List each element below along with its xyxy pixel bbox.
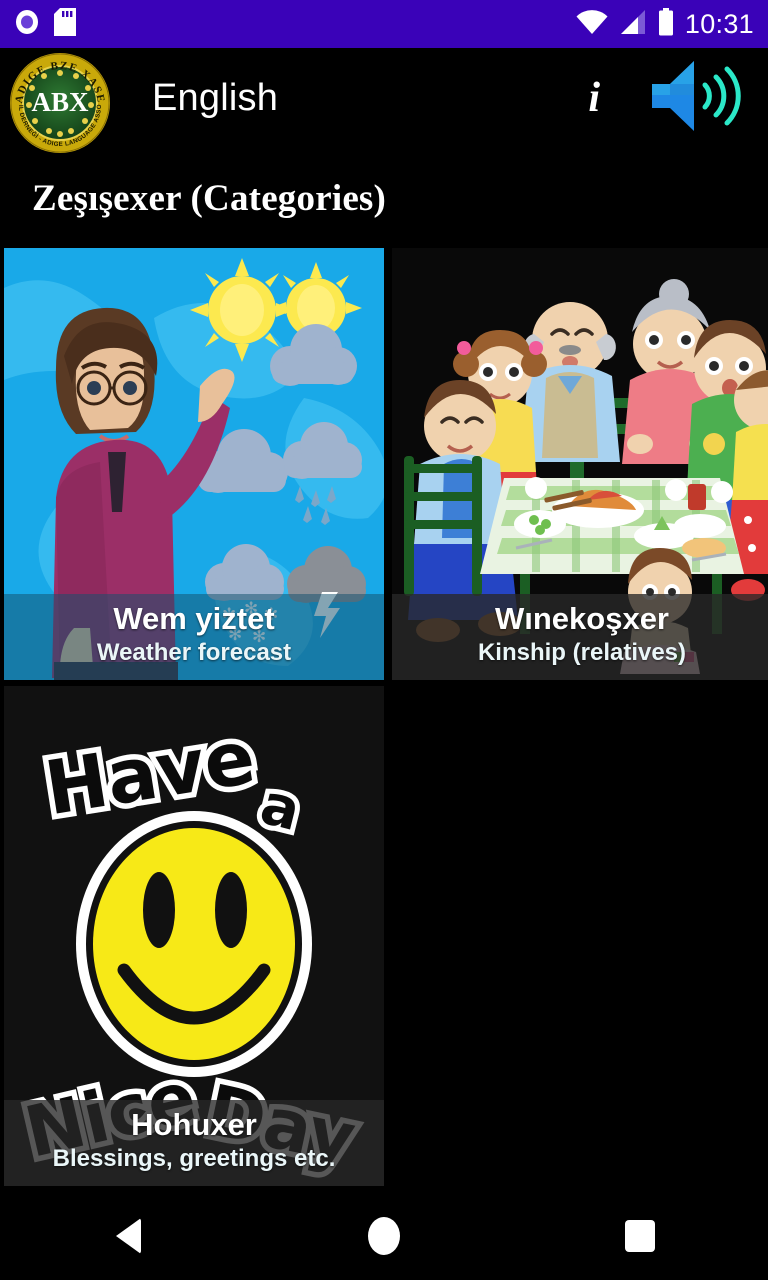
status-bar: 10:31	[0, 0, 768, 48]
category-title: Wınekoşxer	[494, 600, 669, 636]
navigation-bar	[0, 1192, 768, 1280]
category-title: Wem yiztet	[113, 600, 275, 636]
status-bar-clock: 10:31	[684, 8, 754, 39]
category-grid: ✻✻✻ ✻✻	[0, 248, 768, 1192]
cellular-signal-icon	[619, 9, 647, 40]
category-subtitle: Weather forecast	[96, 639, 292, 666]
category-card-caption: Hohuxer Blessings, greetings etc.	[4, 1099, 384, 1186]
app-bar-title: English	[152, 76, 279, 119]
back-triangle-icon	[115, 1218, 141, 1254]
abx-logo-icon[interactable]: ADIGE BZE XASE ADIGE DIL DERNEĞİ - ADIGE…	[5, 46, 112, 153]
page-title: Zeşışexer (Categories)	[32, 177, 387, 219]
category-subtitle: Kinship (relatives)	[477, 639, 687, 666]
nav-home-button[interactable]	[324, 1206, 444, 1266]
category-subtitle: Blessings, greetings etc.	[52, 1145, 336, 1172]
app-bar-actions: i	[582, 58, 746, 139]
category-card-kinship[interactable]: Wınekoşxer Kinship (relatives)	[392, 248, 768, 680]
sd-card-icon	[54, 7, 76, 41]
category-card-weather[interactable]: ✻✻✻ ✻✻	[4, 248, 384, 680]
status-bar-left-icons	[14, 7, 76, 41]
home-circle-icon	[368, 1217, 400, 1255]
battery-icon	[658, 7, 674, 41]
recents-square-icon	[625, 1220, 655, 1252]
category-card-blessings[interactable]: Have a Nice Day Ho	[4, 686, 384, 1186]
nav-recents-button[interactable]	[580, 1206, 700, 1266]
category-card-caption: Wınekoşxer Kinship (relatives)	[392, 593, 768, 680]
app-bar: ADIGE BZE XASE ADIGE DIL DERNEĞİ - ADIGE…	[0, 46, 768, 153]
category-card-caption: Wem yiztet Weather forecast	[4, 593, 384, 680]
status-bar-right-icons: 10:31	[576, 7, 754, 41]
info-icon[interactable]: i	[582, 77, 606, 119]
wifi-icon	[576, 9, 608, 40]
recording-indicator-icon	[14, 9, 40, 40]
category-title: Hohuxer	[131, 1106, 257, 1142]
nav-back-button[interactable]	[68, 1206, 188, 1266]
svg-text:ABX: ABX	[31, 87, 89, 117]
sound-icon[interactable]	[648, 58, 746, 139]
category-grid-empty-cell	[392, 686, 768, 1186]
